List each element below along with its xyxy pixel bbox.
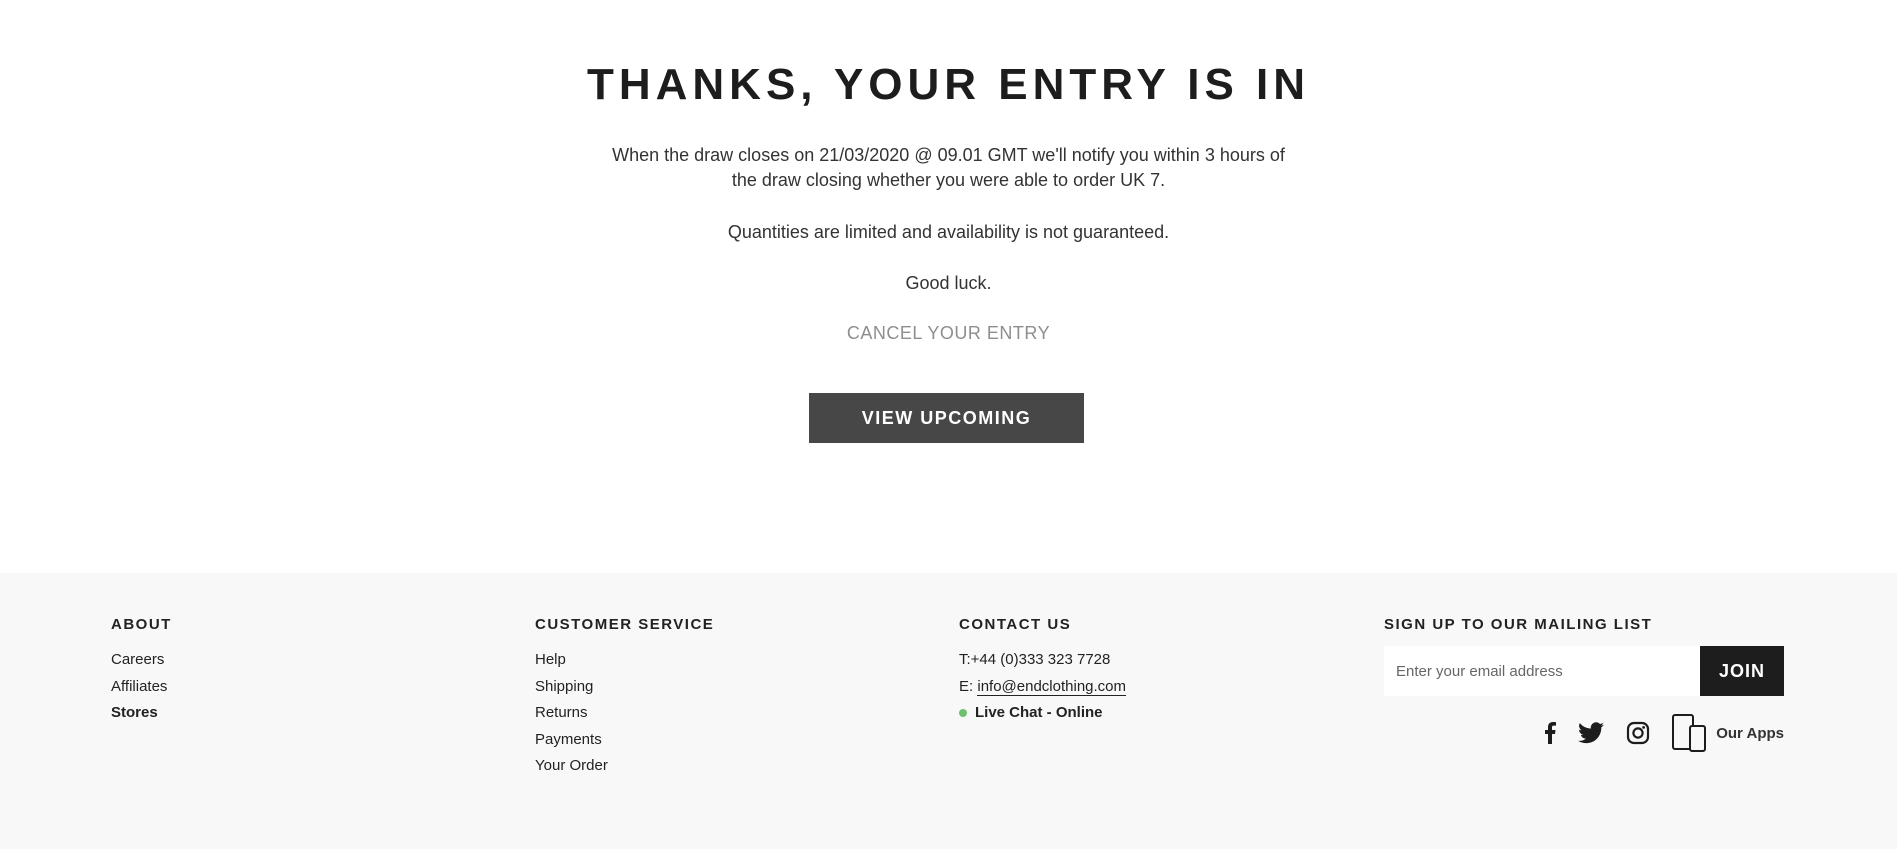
twitter-icon[interactable] [1578,722,1605,744]
live-chat-row[interactable]: Live Chat - Online [959,700,1126,727]
instagram-icon[interactable] [1626,721,1650,745]
affiliates-link[interactable]: Affiliates [111,674,172,701]
facebook-icon[interactable] [1544,722,1557,744]
payments-link[interactable]: Payments [535,727,714,754]
page-title: THANKS, YOUR ENTRY IS IN [586,60,1311,109]
mailing-heading: SIGN UP TO OUR MAILING LIST [1384,616,1653,633]
help-link[interactable]: Help [535,647,714,674]
availability-message: Quantities are limited and availability … [727,222,1170,242]
email-link[interactable]: info@endclothing.com [977,677,1127,696]
customer-service-heading: CUSTOMER SERVICE [535,616,715,633]
footer: ABOUT Careers Affiliates Stores CUSTOMER… [0,573,1897,849]
returns-link[interactable]: Returns [535,700,714,727]
online-status-dot [959,709,967,718]
our-apps-link[interactable]: Our Apps [1672,714,1784,752]
footer-about-column: ABOUT Careers Affiliates Stores [111,616,172,727]
email-row: E: info@endclothing.com [959,674,1127,701]
mailing-form: JOIN [1384,646,1784,696]
devices-icon [1672,714,1707,752]
social-links: Our Apps [1544,714,1784,752]
footer-contact-column: CONTACT US T:+44 (0)333 323 7728 E: info… [959,616,1127,727]
footer-mailing-column: SIGN UP TO OUR MAILING LIST JOIN Our App… [1384,616,1784,752]
draw-close-message: When the draw closes on 21/03/2020 @ 09.… [612,145,1285,190]
our-apps-label: Our Apps [1716,724,1784,742]
contact-heading: CONTACT US [959,616,1072,633]
view-upcoming-button[interactable]: VIEW UPCOMING [809,393,1084,443]
live-chat-link[interactable]: Live Chat - Online [975,704,1103,721]
careers-link[interactable]: Careers [111,647,172,674]
about-heading: ABOUT [111,616,172,633]
your-order-link[interactable]: Your Order [535,753,714,780]
shipping-link[interactable]: Shipping [535,674,714,701]
email-prefix: E: [959,677,974,695]
join-button[interactable]: JOIN [1700,646,1784,696]
good-luck-message: Good luck. [905,273,992,293]
stores-link[interactable]: Stores [111,700,172,727]
footer-customer-service-column: CUSTOMER SERVICE Help Shipping Returns P… [535,616,714,780]
email-input[interactable] [1384,646,1700,696]
cancel-entry-link[interactable]: CANCEL YOUR ENTRY [847,323,1050,344]
phone-number: T:+44 (0)333 323 7728 [959,651,1111,668]
confirmation-section: THANKS, YOUR ENTRY IS IN When the draw c… [0,0,1897,573]
